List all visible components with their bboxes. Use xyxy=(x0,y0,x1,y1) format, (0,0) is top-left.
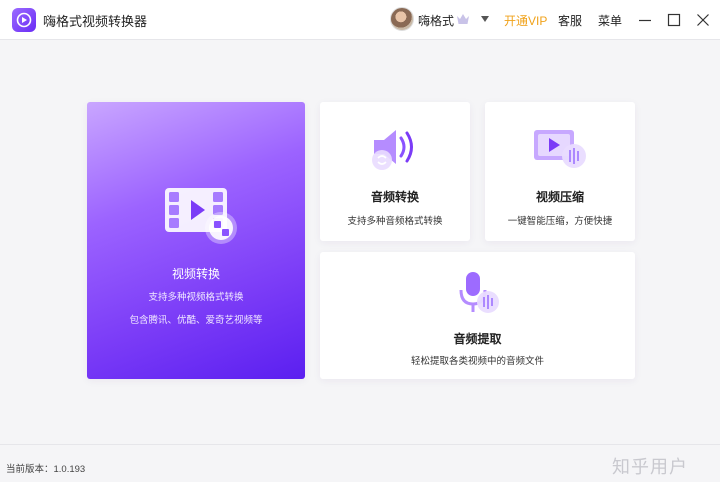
minimize-icon[interactable] xyxy=(637,12,653,28)
title-bar: 嗨格式视频转换器 嗨格式 开通VIP 客服 菜单 xyxy=(0,0,720,40)
audio-convert-desc: 支持多种音频格式转换 xyxy=(347,216,443,227)
audio-extract-desc: 轻松提取各类视频中的音频文件 xyxy=(410,356,544,367)
video-compress-title: 视频压缩 xyxy=(535,190,584,204)
video-compress-card[interactable]: 视频压缩 一键智能压缩，方便快捷 xyxy=(485,102,635,241)
watermark: 知乎用户 xyxy=(612,457,688,477)
video-convert-title: 视频转换 xyxy=(171,267,220,281)
video-convert-desc: 支持多种视频格式转换 xyxy=(148,292,244,303)
video-convert-card[interactable]: 视频转换 支持多种视频格式转换 包含腾讯、优酷、爱奇艺视频等 xyxy=(87,102,305,379)
username[interactable]: 嗨格式 xyxy=(418,12,454,29)
app-logo-icon xyxy=(12,8,36,32)
video-compress-icon xyxy=(534,130,586,168)
audio-extract-card[interactable]: 音频提取 轻松提取各类视频中的音频文件 xyxy=(320,252,635,379)
close-icon[interactable] xyxy=(695,12,711,28)
video-convert-icon xyxy=(165,188,237,244)
version-label: 当前版本：1.0.193 xyxy=(6,464,86,475)
avatar[interactable] xyxy=(390,7,414,31)
status-bar: 当前版本：1.0.193 知乎用户 xyxy=(0,444,720,482)
vip-button[interactable]: 开通VIP xyxy=(504,12,547,29)
video-compress-desc: 一键智能压缩，方便快捷 xyxy=(507,216,613,227)
customer-service-button[interactable]: 客服 xyxy=(558,12,582,29)
audio-convert-title: 音频转换 xyxy=(370,190,419,204)
microphone-icon xyxy=(459,272,499,313)
app-title: 嗨格式视频转换器 xyxy=(43,14,148,29)
menu-button[interactable]: 菜单 xyxy=(598,12,622,29)
audio-extract-title: 音频提取 xyxy=(453,332,502,346)
audio-convert-card[interactable]: 音频转换 支持多种音频格式转换 xyxy=(320,102,470,241)
video-convert-desc-sub: 包含腾讯、优酷、爱奇艺视频等 xyxy=(129,315,263,326)
maximize-icon[interactable] xyxy=(666,12,682,28)
member-badge-icon xyxy=(457,14,469,24)
audio-convert-icon xyxy=(372,130,413,170)
chevron-down-icon[interactable] xyxy=(480,15,490,23)
